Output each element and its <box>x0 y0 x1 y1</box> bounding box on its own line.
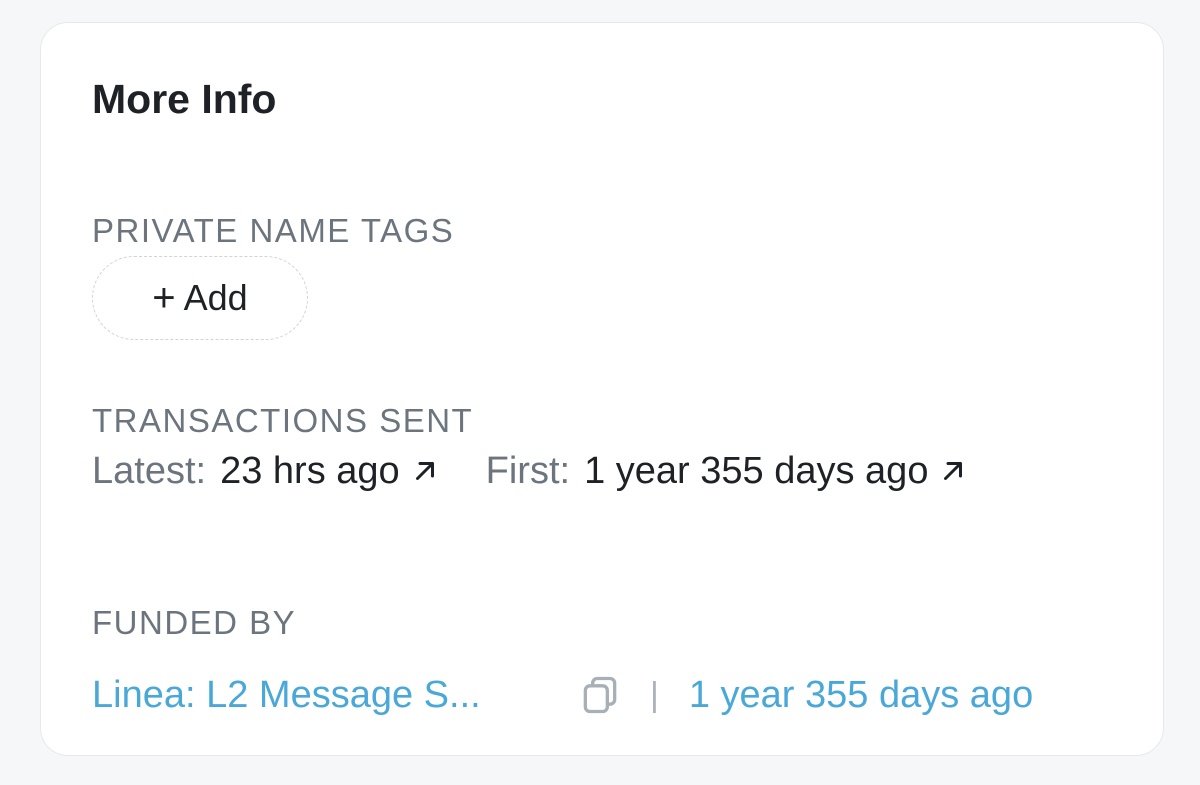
private-name-tags-label: PRIVATE NAME TAGS <box>92 212 455 249</box>
copy-icon[interactable] <box>578 672 622 718</box>
latest-key: Latest: <box>92 449 207 492</box>
plus-icon: + <box>152 276 176 320</box>
funded-by-label: FUNDED BY <box>92 604 297 641</box>
latest-value: 23 hrs ago <box>220 449 400 492</box>
funder-address-link[interactable]: Linea: L2 Message S... <box>92 674 542 717</box>
add-name-tag-button[interactable]: + Add <box>92 256 308 340</box>
funded-by-row: Linea: L2 Message S... | 1 year 355 days… <box>92 668 1033 722</box>
more-info-card: More Info PRIVATE NAME TAGS + Add TRANSA… <box>40 22 1164 756</box>
first-transaction-link[interactable]: First: 1 year 355 days ago <box>486 450 969 493</box>
latest-transaction-link[interactable]: Latest: 23 hrs ago <box>92 450 440 493</box>
arrow-up-right-icon <box>944 462 963 480</box>
add-button-label: Add <box>183 277 248 318</box>
transactions-sent-label: TRANSACTIONS SENT <box>92 402 474 439</box>
arrow-up-right-icon <box>415 462 434 480</box>
transactions-sent-row: Latest: 23 hrs ago First: 1 year 355 day… <box>92 446 968 496</box>
card-title: More Info <box>92 76 277 122</box>
first-value: 1 year 355 days ago <box>584 449 929 492</box>
funded-time-link[interactable]: 1 year 355 days ago <box>689 674 1033 717</box>
first-key: First: <box>485 449 571 492</box>
divider: | <box>650 675 659 714</box>
